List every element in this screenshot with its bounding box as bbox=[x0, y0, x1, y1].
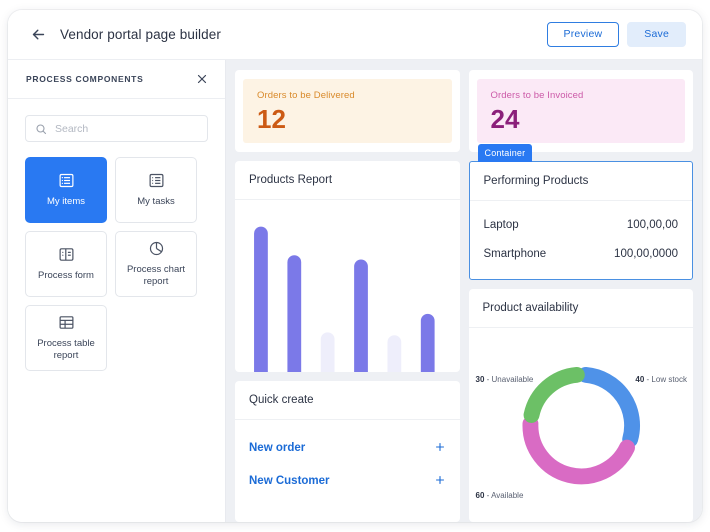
products-report-card[interactable]: Products Report bbox=[235, 161, 460, 372]
process-components-sidebar: PROCESS COMPONENTS Search My items My ta… bbox=[8, 60, 226, 522]
bar bbox=[287, 255, 302, 372]
pie-chart-icon bbox=[148, 240, 165, 257]
card-title: Performing Products bbox=[469, 162, 692, 201]
canvas-column-left: Products Report Quick create New order N… bbox=[235, 161, 460, 522]
component-tile-label: My tasks bbox=[137, 195, 175, 207]
container-tab-badge[interactable]: Container bbox=[477, 144, 533, 162]
form-icon bbox=[58, 246, 75, 263]
sidebar-body: My items My tasks Process form bbox=[8, 99, 225, 371]
card-title: Quick create bbox=[235, 381, 460, 420]
quick-create-item-new-customer[interactable]: New Customer bbox=[235, 464, 460, 497]
plus-icon[interactable] bbox=[434, 474, 446, 488]
search-icon bbox=[35, 123, 47, 135]
quick-create-card[interactable]: Quick create New order New Customer bbox=[235, 381, 460, 522]
search-input[interactable] bbox=[55, 122, 198, 135]
component-tile-process-table-report[interactable]: Process table report bbox=[25, 305, 107, 371]
product-name: Smartphone bbox=[483, 247, 547, 260]
app-window: Vendor portal page builder Preview Save … bbox=[8, 10, 702, 522]
products-report-chart-area bbox=[235, 200, 460, 372]
product-name: Laptop bbox=[483, 218, 519, 231]
component-tile-label: Process form bbox=[38, 269, 94, 281]
bar bbox=[387, 335, 402, 372]
component-grid: My items My tasks Process form Process c… bbox=[25, 157, 208, 371]
donut-segment bbox=[523, 366, 585, 423]
quick-create-label: New order bbox=[249, 441, 306, 454]
availability-chart-area: 30 - Unavailable 40 - Low stock 60 - Ava… bbox=[469, 328, 694, 522]
component-tile-process-form[interactable]: Process form bbox=[25, 231, 107, 297]
performing-products-wrap: Container Performing Products Laptop 100… bbox=[468, 144, 693, 280]
body-split: PROCESS COMPONENTS Search My items My ta… bbox=[8, 60, 702, 522]
donut-label-low-stock: 40 - Low stock bbox=[635, 375, 687, 384]
donut-chart: 30 - Unavailable 40 - Low stock 60 - Ava… bbox=[469, 328, 694, 522]
bar bbox=[254, 226, 268, 372]
product-value: 100,00,00 bbox=[626, 218, 678, 231]
kpi-card-orders-to-be-delivered[interactable]: Orders to be Delivered 12 bbox=[235, 70, 460, 152]
card-title: Products Report bbox=[235, 161, 460, 200]
kpi-row: Orders to be Delivered 12 Orders to be I… bbox=[235, 70, 693, 152]
preview-button[interactable]: Preview bbox=[546, 22, 620, 47]
component-tile-my-tasks[interactable]: My tasks bbox=[115, 157, 197, 223]
page-canvas: Orders to be Delivered 12 Orders to be I… bbox=[226, 60, 702, 522]
canvas-inner: Orders to be Delivered 12 Orders to be I… bbox=[235, 70, 693, 522]
performing-products-card[interactable]: Performing Products Laptop 100,00,00 Sma… bbox=[468, 161, 693, 280]
kpi-label: Orders to be Invoiced bbox=[490, 90, 584, 101]
bar-chart bbox=[254, 226, 435, 372]
bar bbox=[320, 332, 335, 372]
page-title: Vendor portal page builder bbox=[60, 27, 221, 42]
sidebar-header: PROCESS COMPONENTS bbox=[8, 60, 225, 99]
kpi-inner: Orders to be Invoiced 24 bbox=[476, 79, 685, 143]
performing-products-list: Laptop 100,00,00 Smartphone 100,00,0000 bbox=[470, 201, 693, 279]
component-tile-my-items[interactable]: My items bbox=[25, 157, 107, 223]
table-icon bbox=[58, 314, 75, 331]
kpi-value: 12 bbox=[257, 104, 286, 134]
performing-products-row: Laptop 100,00,00 bbox=[470, 210, 693, 239]
quick-create-label: New Customer bbox=[249, 474, 330, 487]
close-icon[interactable] bbox=[194, 71, 210, 87]
component-tile-process-chart-report[interactable]: Process chart report bbox=[115, 231, 197, 297]
lower-row: Products Report Quick create New order N… bbox=[235, 144, 694, 522]
card-title: Product availability bbox=[468, 289, 693, 328]
task-list-icon bbox=[148, 172, 165, 189]
top-bar: Vendor portal page builder Preview Save bbox=[8, 10, 702, 60]
arrow-left-icon[interactable] bbox=[28, 25, 48, 45]
bar bbox=[354, 259, 368, 372]
component-tile-label: My items bbox=[47, 195, 85, 207]
donut-segment bbox=[577, 366, 640, 448]
performing-products-row: Smartphone 100,00,0000 bbox=[470, 239, 693, 268]
component-tile-label: Process chart report bbox=[126, 263, 186, 287]
kpi-inner: Orders to be Delivered 12 bbox=[243, 79, 452, 143]
plus-icon[interactable] bbox=[434, 441, 446, 455]
kpi-card-orders-to-be-invoiced[interactable]: Orders to be Invoiced 24 bbox=[468, 70, 693, 152]
kpi-label: Orders to be Delivered bbox=[257, 90, 355, 101]
donut-segment bbox=[522, 415, 635, 485]
bar bbox=[420, 313, 435, 372]
product-availability-card[interactable]: Product availability 30 - Unavailable 40… bbox=[468, 289, 694, 522]
component-tile-label: Process table report bbox=[37, 337, 95, 361]
save-button[interactable]: Save bbox=[627, 22, 686, 47]
product-value: 100,00,0000 bbox=[614, 247, 678, 260]
quick-create-item-new-order[interactable]: New order bbox=[235, 431, 460, 464]
list-items-icon bbox=[58, 172, 75, 189]
donut-label-available: 60 - Available bbox=[475, 491, 524, 500]
donut-label-unavailable: 30 - Unavailable bbox=[475, 375, 534, 384]
search-box[interactable] bbox=[25, 115, 208, 142]
quick-create-list: New order New Customer bbox=[235, 420, 460, 522]
sidebar-title: PROCESS COMPONENTS bbox=[26, 74, 144, 84]
topbar-actions: Preview Save bbox=[546, 22, 686, 47]
canvas-column-right: Container Performing Products Laptop 100… bbox=[468, 144, 694, 522]
kpi-value: 24 bbox=[490, 104, 520, 134]
